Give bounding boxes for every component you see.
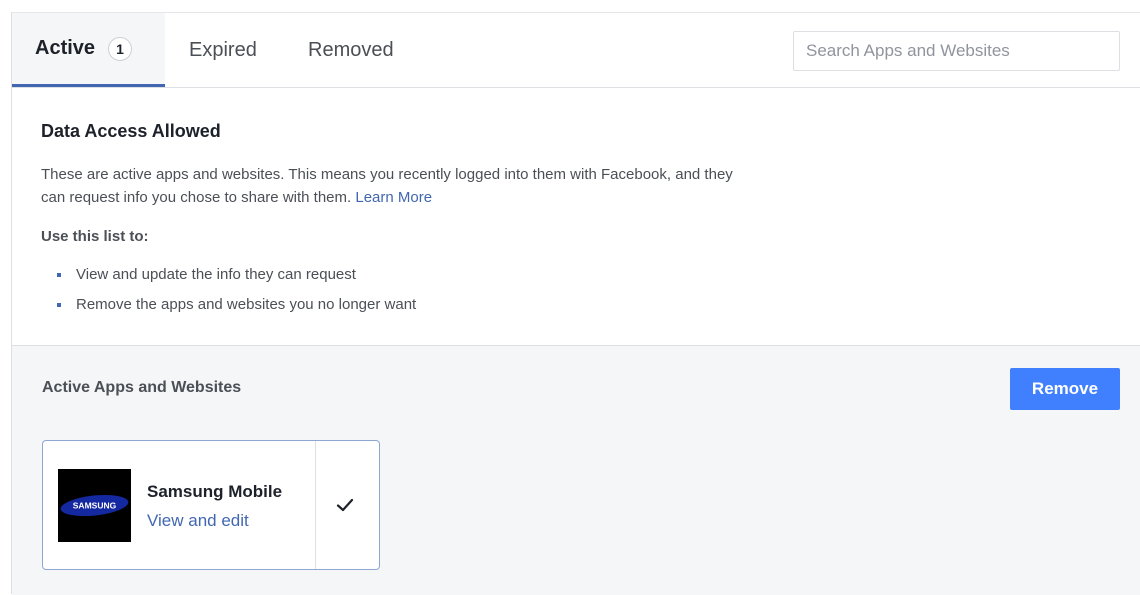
app-name: Samsung Mobile	[147, 482, 283, 501]
section-description: These are active apps and websites. This…	[41, 163, 741, 209]
view-and-edit-link[interactable]: View and edit	[147, 511, 249, 531]
section-title: Data Access Allowed	[41, 121, 221, 141]
samsung-logo-icon: SAMSUNG	[58, 469, 131, 542]
active-apps-section: Active Apps and Websites Remove SAMSUNG …	[12, 346, 1140, 595]
remove-button[interactable]: Remove	[1010, 368, 1120, 410]
app-card-samsung[interactable]: SAMSUNG Samsung Mobile View and edit	[42, 440, 380, 570]
app-settings-panel: Active 1 Expired Removed Data Access All…	[11, 12, 1140, 595]
checkmark-icon[interactable]	[335, 495, 355, 515]
tab-removed-label: Removed	[308, 38, 394, 61]
tab-bar: Active 1 Expired Removed	[12, 13, 1140, 88]
learn-more-link[interactable]: Learn More	[355, 189, 432, 206]
tab-removed[interactable]: Removed	[308, 13, 394, 87]
use-list: View and update the info they can reques…	[57, 260, 416, 320]
list-item: View and update the info they can reques…	[57, 260, 416, 290]
apps-section-title: Active Apps and Websites	[42, 379, 242, 396]
use-list-title: Use this list to:	[41, 228, 149, 245]
card-divider	[315, 441, 316, 569]
tab-active[interactable]: Active 1	[12, 13, 165, 87]
tab-expired-label: Expired	[189, 38, 257, 61]
active-count-badge: 1	[108, 36, 133, 61]
tab-expired[interactable]: Expired	[189, 13, 257, 87]
search-input[interactable]	[793, 31, 1120, 71]
tab-active-label: Active	[35, 37, 96, 59]
logo-text: SAMSUNG	[73, 501, 117, 511]
list-item: Remove the apps and websites you no long…	[57, 290, 416, 320]
